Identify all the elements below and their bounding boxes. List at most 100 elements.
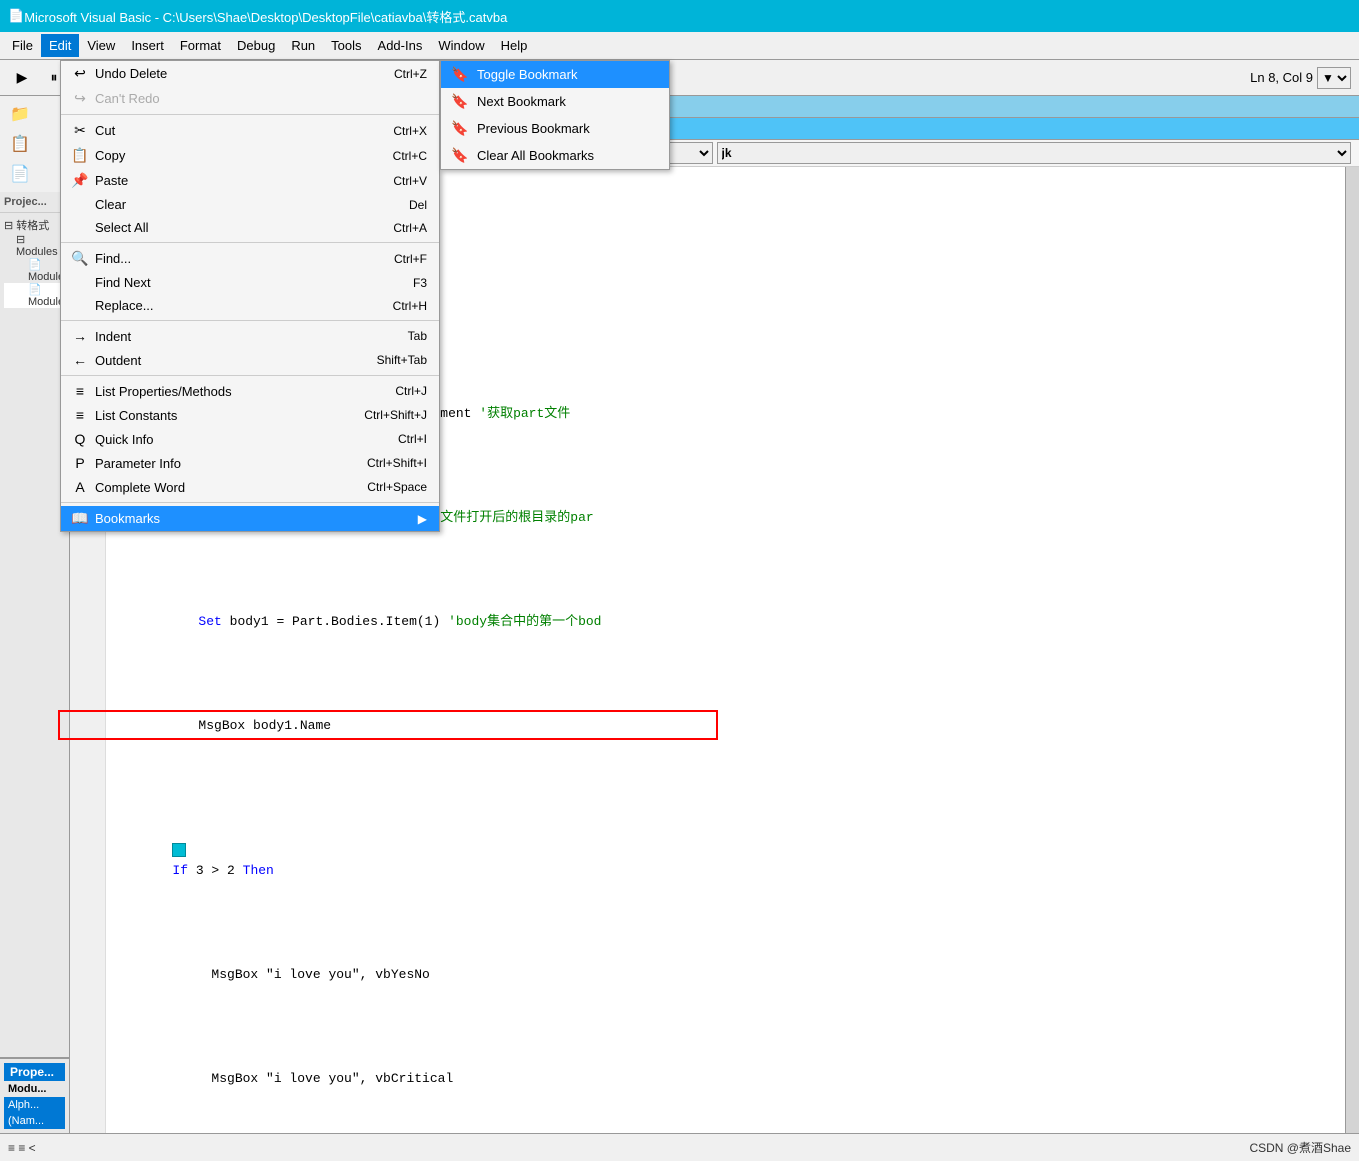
quickinfo-shortcut: Ctrl+I [398,432,427,446]
title-icon: 📄 [8,8,24,24]
listprops-item[interactable]: ≡ List Properties/Methods Ctrl+J [61,379,439,403]
clear-shortcut: Del [409,198,427,212]
menu-help[interactable]: Help [493,34,536,57]
redo-label: Can't Redo [95,91,427,106]
menu-bar: File Edit View Insert Format Debug Run T… [0,32,1359,60]
code-msgbox2: MsgBox "i love you", vbYesNo [211,967,429,982]
prev-bookmark-item[interactable]: 🔖 Previous Bookmark [441,115,669,142]
module-icon-btn[interactable]: 📄 [4,160,36,188]
bookmarks-submenu: 🔖 Toggle Bookmark 🔖 Next Bookmark 🔖 Prev… [440,60,670,170]
tree-item-module1[interactable]: 📄 Module1 [4,258,65,283]
paste-label: Paste [95,173,373,188]
sep-1 [61,114,439,115]
cut-shortcut: Ctrl+X [393,124,427,138]
tree-item-2[interactable]: ⊟ Modules [4,233,65,258]
listconst-item[interactable]: ≡ List Constants Ctrl+Shift+J [61,403,439,427]
listprops-label: List Properties/Methods [95,384,375,399]
menu-run[interactable]: Run [283,34,323,57]
cut-item[interactable]: ✂ Cut Ctrl+X [61,118,439,143]
findnext-shortcut: F3 [413,276,427,290]
selectall-shortcut: Ctrl+A [393,221,427,235]
menu-window[interactable]: Window [430,34,492,57]
indent-shortcut: Tab [408,329,427,343]
copy-item[interactable]: 📋 Copy Ctrl+C [61,143,439,168]
outdent-shortcut: Shift+Tab [377,353,427,367]
undo-item[interactable]: ↩ Undo Delete Ctrl+Z [61,61,439,86]
listconst-icon: ≡ [69,407,91,423]
alpha-label: Alph... [4,1097,65,1113]
menu-view[interactable]: View [79,34,123,57]
props-header: Prope... [4,1063,65,1081]
menu-tools[interactable]: Tools [323,34,369,57]
outdent-item[interactable]: ← Outdent Shift+Tab [61,348,439,372]
watermark: CSDN @煮酒Shae [1249,1139,1351,1156]
menu-format[interactable]: Format [172,34,229,57]
toggle-bookmark-label: Toggle Bookmark [477,67,657,82]
sep-5 [61,502,439,503]
completeword-item[interactable]: A Complete Word Ctrl+Space [61,475,439,499]
toolbar-position: Ln 8, Col 9 ▼ [1250,67,1351,89]
project-label: Projec... [0,192,69,213]
quickinfo-icon: Q [69,431,91,447]
completeword-icon: A [69,479,91,495]
paraminfo-label: Parameter Info [95,456,347,471]
find-item[interactable]: 🔍 Find... Ctrl+F [61,246,439,271]
quickinfo-label: Quick Info [95,432,378,447]
clear-label: Clear [95,197,389,212]
undo-icon: ↩ [69,65,91,82]
clear-item[interactable]: Clear Del [61,193,439,216]
code-line-5: MsgBox body1.Name [110,695,1343,757]
clearall-bookmark-item[interactable]: 🔖 Clear All Bookmarks [441,142,669,169]
selectall-label: Select All [95,220,373,235]
indent-item[interactable]: → Indent Tab [61,324,439,348]
class-icon-btn[interactable]: 📋 [4,130,36,158]
menu-insert[interactable]: Insert [123,34,172,57]
bookmarks-item[interactable]: 📖 Bookmarks ▶ [61,506,439,531]
status-text: ≡ ≡ < [8,1141,36,1155]
prev-bookmark-icon: 🔖 [449,120,471,137]
clearall-bookmark-icon: 🔖 [449,147,471,164]
paste-item[interactable]: 📌 Paste Ctrl+V [61,168,439,193]
menu-debug[interactable]: Debug [229,34,283,57]
code-condition: 3 > 2 [196,863,243,878]
toggle-bookmark-icon: 🔖 [449,66,471,83]
code-line-7: MsgBox "i love you", vbYesNo [110,944,1343,1006]
undo-label: Undo Delete [95,66,374,81]
cursor-position: Ln 8, Col 9 [1250,70,1313,85]
menu-file[interactable]: File [4,34,41,57]
find-label: Find... [95,251,374,266]
keyword-if: If [172,863,195,878]
project-icon-btn[interactable]: 📁 [4,100,36,128]
listconst-label: List Constants [95,408,344,423]
listprops-icon: ≡ [69,383,91,399]
comment-1: '获取part文件 [479,406,570,421]
menu-edit[interactable]: Edit [41,34,79,57]
paraminfo-item[interactable]: P Parameter Info Ctrl+Shift+I [61,451,439,475]
quickinfo-item[interactable]: Q Quick Info Ctrl+I [61,427,439,451]
clearall-bookmark-label: Clear All Bookmarks [477,148,657,163]
module-dropdown[interactable]: ▼ [1317,67,1351,89]
sep-3 [61,320,439,321]
replace-item[interactable]: Replace... Ctrl+H [61,294,439,317]
status-bar: ≡ ≡ < CSDN @煮酒Shae [0,1133,1359,1161]
find-shortcut: Ctrl+F [394,252,427,266]
replace-shortcut: Ctrl+H [393,299,427,313]
indent-label: Indent [95,329,388,344]
proc-dropdown[interactable]: jk [717,142,1352,164]
vertical-scrollbar[interactable] [1345,167,1359,1133]
findnext-item[interactable]: Find Next F3 [61,271,439,294]
selectall-item[interactable]: Select All Ctrl+A [61,216,439,239]
sep-4 [61,375,439,376]
copy-icon: 📋 [69,147,91,164]
tree-item-module2[interactable]: 📄 Module2 [4,283,65,308]
paste-icon: 📌 [69,172,91,189]
next-bookmark-item[interactable]: 🔖 Next Bookmark [441,88,669,115]
menu-addins[interactable]: Add-Ins [370,34,431,57]
toggle-bookmark-item[interactable]: 🔖 Toggle Bookmark [441,61,669,88]
run-btn[interactable]: ▶ [8,65,36,91]
redo-icon: ↪ [69,90,91,107]
tree-item-1[interactable]: ⊟ 转格式 [4,217,65,233]
bookmark-dot [172,843,186,857]
sep-2 [61,242,439,243]
code-line-8: MsgBox "i love you", vbCritical [110,1048,1343,1110]
